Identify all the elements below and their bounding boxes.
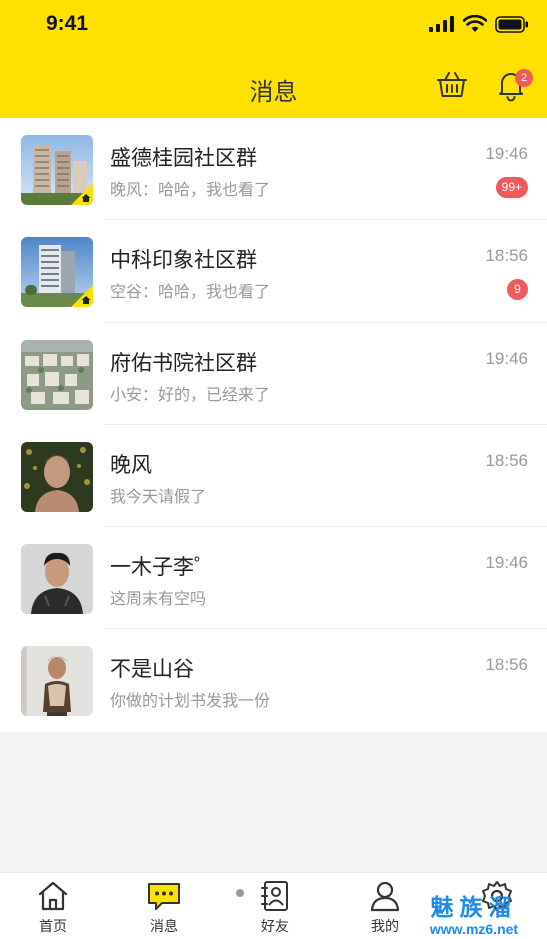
conversation-row[interactable]: 一木子李゜ 这周末有空吗 19:46 bbox=[0, 527, 547, 630]
tab-messages[interactable]: 消息 bbox=[134, 879, 194, 936]
tab-label: 首页 bbox=[39, 919, 67, 935]
watermark-title: 魅族溜 bbox=[430, 895, 518, 921]
tab-label: 消息 bbox=[150, 919, 178, 935]
unread-badge: 9 bbox=[507, 279, 528, 301]
unread-badge: 99+ bbox=[495, 177, 528, 198]
conversation-preview: 你做的计划书发我一份 bbox=[110, 691, 271, 711]
battery-icon bbox=[495, 15, 528, 33]
conversation-row[interactable]: 府佑书院社区群 小安：好的，已经来了 19:46 bbox=[0, 323, 547, 425]
contacts-icon bbox=[261, 881, 288, 911]
conversation-time: 19:46 bbox=[485, 348, 528, 368]
conversation-preview: 晚风：哈哈，我也看了 bbox=[110, 180, 271, 199]
aerial-avatar bbox=[21, 339, 93, 410]
conversation-time: 18:56 bbox=[485, 246, 528, 266]
home-icon bbox=[38, 881, 68, 911]
person-avatar bbox=[21, 441, 93, 512]
conversation-row[interactable]: 不是山谷 你做的计划书发我一份 18:56 bbox=[0, 629, 547, 731]
building-avatar bbox=[21, 237, 93, 308]
status-time: 9:41 bbox=[46, 12, 89, 35]
profile-icon bbox=[370, 881, 400, 912]
home-icon bbox=[81, 296, 91, 305]
conversation-row[interactable]: 晚风 我今天请假了 18:56 bbox=[0, 425, 547, 528]
person-avatar bbox=[21, 646, 93, 717]
conversation-name: 中科印象社区群 bbox=[110, 248, 257, 273]
messages-screen: 9:41 消息 2 盛德桂园社区群 晚风：哈哈，我也看了 19:46 99+ 中… bbox=[0, 0, 547, 939]
conversation-name: 一木子李゜ bbox=[110, 555, 215, 580]
home-icon bbox=[81, 194, 91, 202]
conversation-row[interactable]: 中科印象社区群 空谷：哈哈，我也看了 18:56 9 bbox=[0, 220, 547, 323]
status-icons bbox=[429, 15, 529, 33]
conversation-name: 府佑书院社区群 bbox=[110, 350, 257, 375]
basket-icon[interactable] bbox=[435, 68, 469, 102]
conversation-time: 19:46 bbox=[485, 144, 528, 163]
header-bar: 9:41 消息 2 bbox=[0, 0, 547, 118]
chat-icon bbox=[148, 883, 180, 910]
wifi-icon bbox=[463, 15, 487, 32]
conversation-time: 18:56 bbox=[485, 450, 528, 470]
tab-friends[interactable]: 好友 bbox=[245, 879, 305, 936]
conversation-name: 不是山谷 bbox=[110, 657, 194, 682]
conversation-preview: 空谷：哈哈，我也看了 bbox=[110, 282, 271, 302]
indicator-dot bbox=[236, 889, 244, 897]
watermark-url: www.mz6.net bbox=[429, 921, 519, 937]
conversation-name: 盛德桂园社区群 bbox=[110, 146, 257, 170]
conversation-preview: 小安：好的，已经来了 bbox=[110, 384, 271, 404]
person-avatar bbox=[21, 544, 93, 615]
conversation-preview: 这周末有空吗 bbox=[110, 589, 207, 609]
building-avatar bbox=[21, 135, 93, 205]
tab-home[interactable]: 首页 bbox=[23, 879, 83, 936]
conversation-preview: 我今天请假了 bbox=[110, 486, 207, 506]
conversation-name: 晚风 bbox=[110, 452, 152, 477]
watermark: 魅族溜 www.mz6.net bbox=[404, 895, 544, 937]
notification-badge: 2 bbox=[515, 69, 533, 87]
signal-icon bbox=[429, 16, 454, 32]
conversation-row[interactable]: 盛德桂园社区群 晚风：哈哈，我也看了 19:46 99+ bbox=[0, 118, 547, 221]
tab-label: 好友 bbox=[261, 919, 289, 935]
conversation-time: 18:56 bbox=[485, 655, 528, 675]
conversation-list: 盛德桂园社区群 晚风：哈哈，我也看了 19:46 99+ 中科印象社区群 空谷：… bbox=[0, 118, 547, 732]
conversation-time: 19:46 bbox=[485, 553, 528, 573]
